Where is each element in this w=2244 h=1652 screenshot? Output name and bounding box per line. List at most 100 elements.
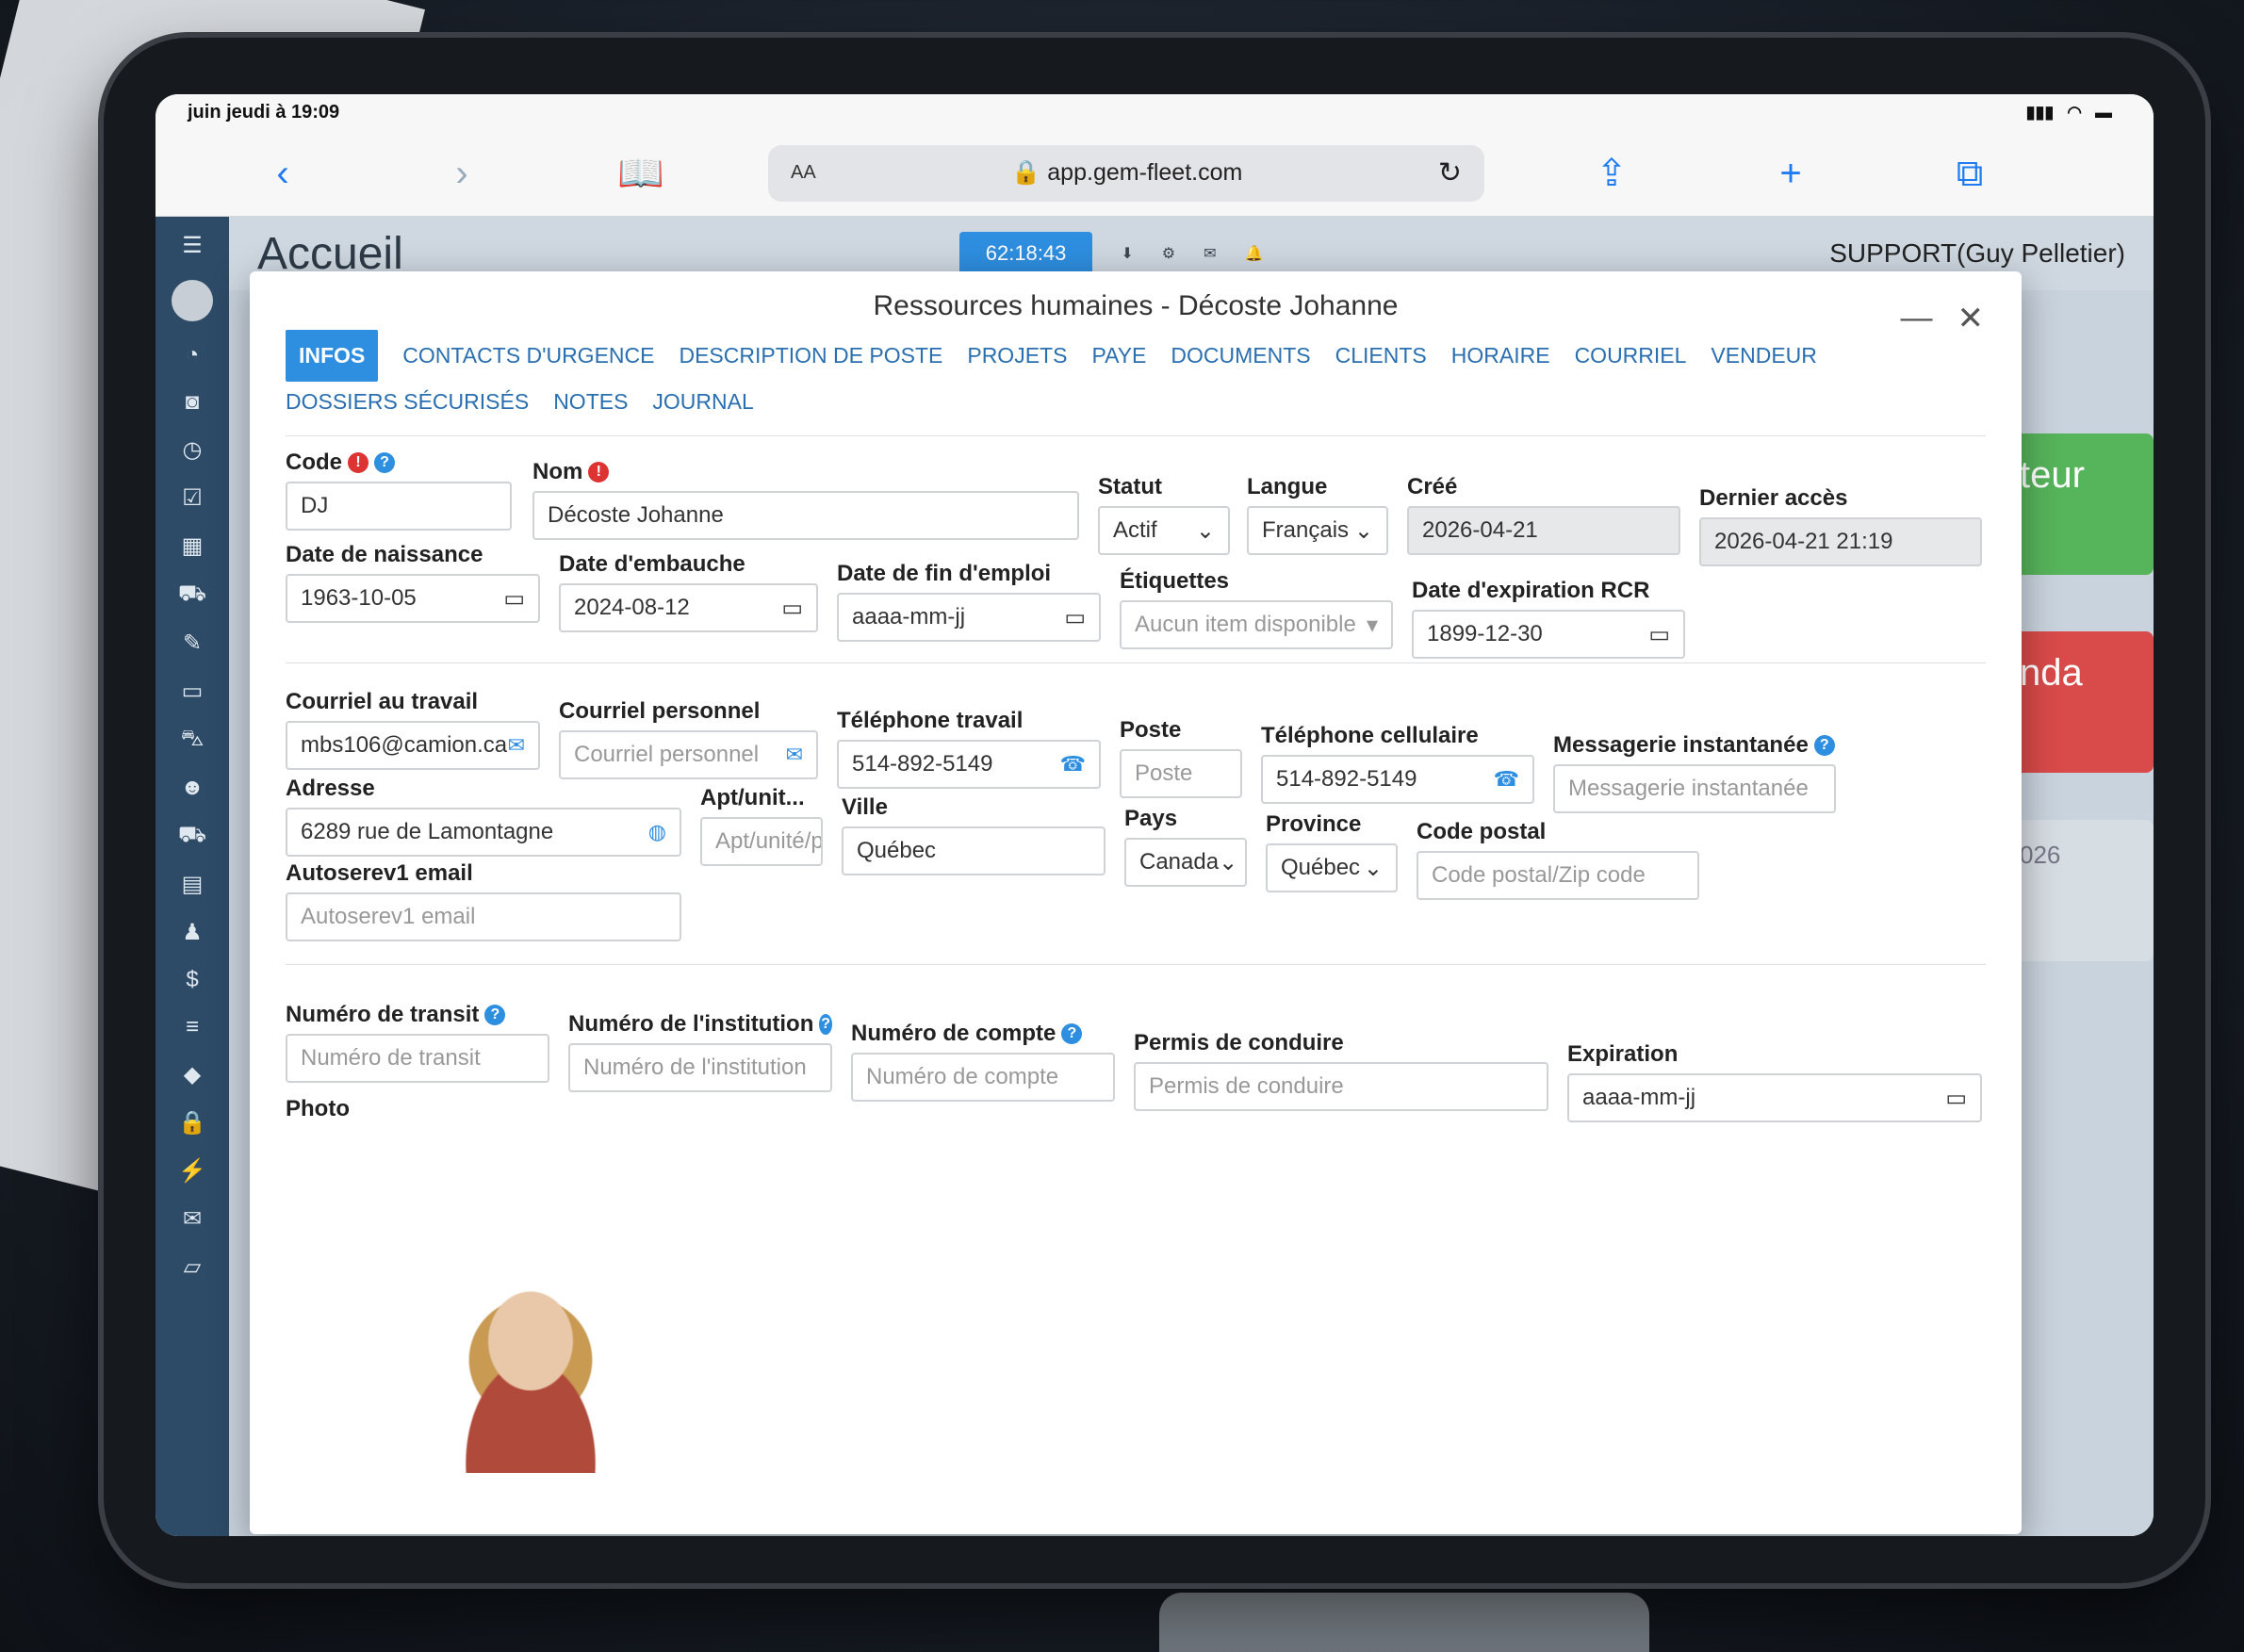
tab-clients[interactable]: CLIENTS xyxy=(1335,335,1427,376)
car-icon[interactable]: ⛟ xyxy=(178,581,206,609)
nom-input[interactable]: Décoste Johanne xyxy=(532,491,1079,540)
permis-input[interactable]: Permis de conduire xyxy=(1134,1062,1548,1111)
pays-select[interactable]: Canada ⌄ xyxy=(1124,838,1247,887)
tab-infos[interactable]: INFOS xyxy=(286,330,379,382)
langue-select[interactable]: Français ⌄ xyxy=(1247,506,1388,555)
list-icon[interactable]: ≡ xyxy=(186,1014,199,1040)
menu-icon[interactable]: ☰ xyxy=(182,232,203,259)
help-icon[interactable]: ? xyxy=(374,452,395,473)
settings-icon[interactable]: ⚙ xyxy=(1162,244,1175,263)
clock-icon[interactable]: ◷ xyxy=(183,436,203,464)
date-fin-input[interactable]: aaaa-mm-jj ▭ xyxy=(837,593,1101,642)
calendar-icon[interactable]: ▭ xyxy=(781,595,803,622)
tab-horaire[interactable]: HORAIRE xyxy=(1451,335,1550,376)
dollar-icon[interactable]: $ xyxy=(186,967,198,993)
bookmarks-icon[interactable]: 📖 xyxy=(551,155,730,192)
truck-icon[interactable]: ⛟ xyxy=(178,822,206,850)
chart-icon[interactable]: ▤ xyxy=(182,871,204,898)
reload-icon[interactable]: ↻ xyxy=(1438,156,1462,189)
tab-notes[interactable]: NOTES xyxy=(553,389,628,415)
close-icon[interactable]: ✕ xyxy=(1957,300,1985,337)
new-tab-icon[interactable]: + xyxy=(1701,155,1880,192)
calendar-icon[interactable]: ▦ xyxy=(182,532,204,560)
ville-input[interactable]: Québec xyxy=(842,826,1106,875)
tel-travail-input[interactable]: 514-892-5149 ☎ xyxy=(837,740,1101,789)
minimize-icon[interactable]: — xyxy=(1901,300,1933,337)
avatar[interactable] xyxy=(172,280,213,321)
tel-cell-input[interactable]: 514-892-5149 ☎ xyxy=(1261,755,1534,804)
browser-toolbar: ‹ › 📖 AA 🔒 app.gem-fleet.com ↻ ⇪ + ⧉ xyxy=(156,130,2154,217)
back-icon[interactable]: ‹ xyxy=(193,155,372,192)
cart-icon[interactable]: ⛍ xyxy=(181,726,205,754)
download-icon[interactable]: ⬇ xyxy=(1121,244,1133,263)
province-select[interactable]: Québec ⌄ xyxy=(1266,843,1398,892)
compte-input[interactable]: Numéro de compte xyxy=(851,1053,1115,1102)
forward-icon[interactable]: › xyxy=(372,155,551,192)
bell-icon[interactable]: 🔔 xyxy=(1245,244,1264,263)
date-naissance-input[interactable]: 1963-10-05 ▭ xyxy=(286,574,540,623)
text-size-button[interactable]: AA xyxy=(791,162,816,184)
statut-select[interactable]: Actif ⌄ xyxy=(1098,506,1230,555)
bolt-icon[interactable]: ⚡ xyxy=(178,1157,206,1185)
etiquettes-select[interactable]: Aucun item disponible ▾ xyxy=(1120,600,1393,649)
user-menu[interactable]: SUPPORT(Guy Pelletier) xyxy=(1829,238,2125,269)
date-embauche-input[interactable]: 2024-08-12 ▭ xyxy=(559,583,818,632)
tab-journal[interactable]: JOURNAL xyxy=(652,389,753,415)
calendar-icon[interactable]: ▭ xyxy=(1648,621,1670,648)
autoserev-input[interactable]: Autoserev1 email xyxy=(286,892,681,941)
code-input[interactable]: DJ xyxy=(286,482,512,531)
help-icon[interactable]: ? xyxy=(1061,1023,1083,1044)
tab-paye[interactable]: PAYE xyxy=(1091,335,1146,376)
side-card-red[interactable]: nda xyxy=(2003,631,2154,773)
help-icon[interactable]: ? xyxy=(484,1005,506,1025)
camera-icon[interactable]: ◙ xyxy=(186,389,200,416)
timer-badge[interactable]: 62:18:43 xyxy=(958,232,1093,275)
tab-projets[interactable]: PROJETS xyxy=(967,335,1067,376)
tab-dossiers-securises[interactable]: DOSSIERS SÉCURISÉS xyxy=(286,389,529,415)
users-icon[interactable]: ☻ xyxy=(180,775,204,801)
apt-input[interactable]: Apt/unité/porte xyxy=(700,817,823,866)
person-icon[interactable]: ♟ xyxy=(182,919,203,946)
employee-photo[interactable] xyxy=(418,1284,644,1473)
tab-contacts-urgence[interactable]: CONTACTS D'URGENCE xyxy=(402,335,654,376)
courriel-perso-input[interactable]: Courriel personnel ✉ xyxy=(559,730,818,779)
help-icon[interactable]: ? xyxy=(819,1014,832,1035)
check-icon[interactable]: ☑ xyxy=(182,484,203,512)
tabs-icon[interactable]: ⧉ xyxy=(1880,155,2059,192)
envelope-icon[interactable]: ✉ xyxy=(508,733,525,758)
poste-input[interactable]: Poste xyxy=(1120,749,1242,798)
side-card-green[interactable]: teur xyxy=(2003,433,2154,575)
pays-label: Pays xyxy=(1124,806,1178,831)
lock-icon[interactable]: 🔒 xyxy=(178,1109,206,1137)
expiration-input[interactable]: aaaa-mm-jj ▭ xyxy=(1567,1073,1982,1122)
chat-icon[interactable]: ✉ xyxy=(183,1205,202,1233)
side-card-gray[interactable]: 026 xyxy=(2003,820,2154,961)
tab-description-poste[interactable]: DESCRIPTION DE POSTE xyxy=(679,335,942,376)
phone-icon[interactable]: ☎ xyxy=(1060,752,1086,777)
edit-icon[interactable]: ✎ xyxy=(183,630,202,657)
phone-icon[interactable]: ☎ xyxy=(1494,767,1519,792)
globe-icon[interactable]: ◍ xyxy=(648,820,666,844)
calendar-icon[interactable]: ▭ xyxy=(503,585,525,613)
help-icon[interactable]: ? xyxy=(1813,735,1835,756)
courriel-travail-input[interactable]: mbs106@camion.ca ✉ xyxy=(286,721,540,770)
folder-icon[interactable]: ▱ xyxy=(184,1253,201,1281)
tab-courriel[interactable]: COURRIEL xyxy=(1575,335,1687,376)
tab-documents[interactable]: DOCUMENTS xyxy=(1171,335,1310,376)
messagerie-input[interactable]: Messagerie instantanée xyxy=(1553,764,1836,813)
address-bar[interactable]: AA 🔒 app.gem-fleet.com ↻ xyxy=(768,144,1484,202)
transit-input[interactable]: Numéro de transit xyxy=(286,1034,549,1083)
tab-vendeur[interactable]: VENDEUR xyxy=(1711,335,1816,376)
calendar-icon[interactable]: ▭ xyxy=(1945,1085,1967,1112)
chat-header-icon[interactable]: ✉ xyxy=(1204,244,1216,263)
institution-input[interactable]: Numéro de l'institution xyxy=(568,1043,832,1092)
card-icon[interactable]: ▭ xyxy=(182,678,204,705)
adresse-input[interactable]: 6289 rue de Lamontagne ◍ xyxy=(286,808,681,857)
code-postal-input[interactable]: Code postal/Zip code xyxy=(1417,851,1699,900)
calendar-icon[interactable]: ▭ xyxy=(1064,604,1086,631)
tag-icon[interactable]: ◆ xyxy=(184,1061,201,1088)
share-icon[interactable]: ⇪ xyxy=(1522,155,1701,192)
dashboard-icon[interactable]: ◔ xyxy=(186,342,200,368)
date-rcr-input[interactable]: 1899-12-30 ▭ xyxy=(1412,610,1685,659)
envelope-icon[interactable]: ✉ xyxy=(786,743,803,767)
